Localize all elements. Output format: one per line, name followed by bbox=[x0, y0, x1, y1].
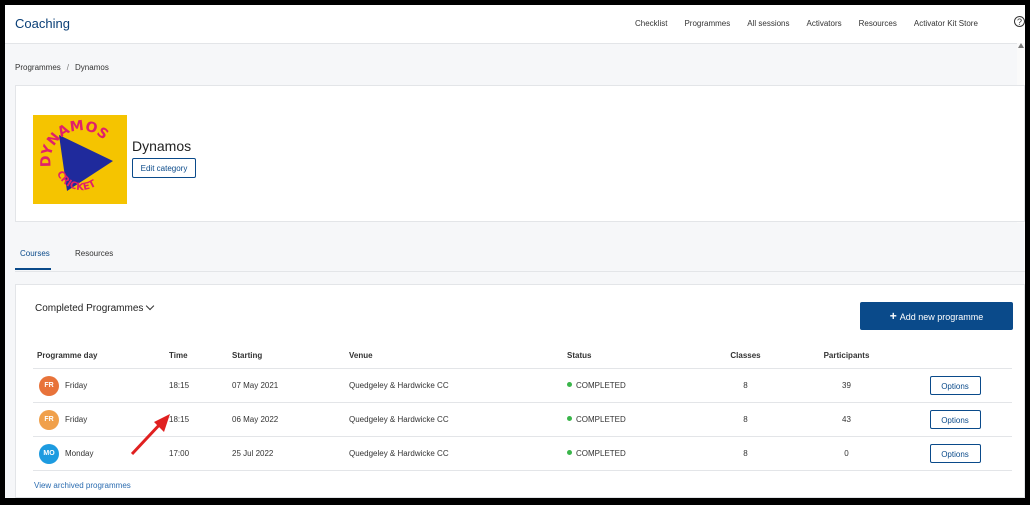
programme-classes: 8 bbox=[696, 402, 795, 437]
tab-resources[interactable]: Resources bbox=[75, 249, 113, 258]
day-badge: MO bbox=[39, 443, 59, 464]
active-tab-indicator bbox=[15, 268, 51, 270]
column-header: Participants bbox=[795, 343, 898, 369]
programme-starting: 25 Jul 2022 bbox=[232, 436, 349, 471]
nav-link-checklist[interactable]: Checklist bbox=[635, 19, 667, 28]
programme-starting: 06 May 2022 bbox=[232, 402, 349, 437]
programme-participants: 39 bbox=[795, 368, 898, 403]
programme-classes: 8 bbox=[696, 436, 795, 471]
status-badge: COMPLETED bbox=[576, 415, 626, 424]
edit-category-button[interactable]: Edit category bbox=[132, 158, 196, 178]
tab-bar: Courses Resources bbox=[15, 245, 1025, 272]
chevron-down-icon bbox=[146, 301, 155, 311]
question-circle-icon[interactable]: ? bbox=[1014, 16, 1025, 27]
options-button[interactable]: Options bbox=[929, 444, 981, 463]
nav-link-all-sessions[interactable]: All sessions bbox=[747, 19, 789, 28]
top-navigation: Coaching Checklist Programmes All sessio… bbox=[5, 5, 1025, 44]
add-new-programme-label: Add new programme bbox=[899, 312, 984, 322]
category-title: Dynamos bbox=[132, 138, 192, 154]
status-dot-icon bbox=[567, 382, 572, 387]
programme-time: 18:15 bbox=[169, 368, 232, 403]
breadcrumb-programmes[interactable]: Programmes bbox=[15, 63, 61, 72]
programme-day: Friday bbox=[65, 414, 88, 424]
programme-participants: 43 bbox=[795, 402, 898, 437]
dynamos-logo-graphic: DYNAMOS CRICKET bbox=[38, 118, 113, 193]
breadcrumb-separator: / bbox=[66, 63, 70, 72]
programmes-card: Completed Programmes + Add new programme … bbox=[15, 284, 1025, 498]
column-header: Classes bbox=[696, 343, 795, 369]
programme-day: Monday bbox=[65, 448, 94, 458]
programme-classes: 8 bbox=[696, 368, 795, 403]
status-badge: COMPLETED bbox=[576, 449, 626, 458]
annotation-arrow bbox=[130, 414, 170, 456]
status-dot-icon bbox=[567, 416, 572, 421]
status-dot-icon bbox=[567, 450, 572, 455]
column-header bbox=[898, 343, 1012, 369]
column-header: Programme day bbox=[33, 343, 169, 369]
plus-icon: + bbox=[889, 309, 897, 323]
programme-time: 17:00 bbox=[169, 436, 232, 471]
column-header: Time bbox=[169, 343, 232, 369]
nav-link-programmes[interactable]: Programmes bbox=[684, 19, 730, 28]
column-header: Starting bbox=[232, 343, 349, 369]
day-badge: FR bbox=[39, 375, 59, 396]
brand-logo[interactable]: Coaching bbox=[15, 16, 70, 31]
day-badge: FR bbox=[39, 409, 59, 430]
scroll-up-icon[interactable] bbox=[1018, 43, 1024, 48]
programme-venue: Quedgeley & Hardwicke CC bbox=[349, 402, 567, 437]
table-row: FR Friday 18:15 07 May 2021 Quedgeley & Hard… bbox=[33, 368, 1012, 403]
programme-day: Friday bbox=[65, 380, 88, 390]
category-logo: DYNAMOS CRICKET bbox=[33, 115, 127, 204]
nav-link-activator-kit-store[interactable]: Activator Kit Store bbox=[914, 19, 978, 28]
options-button[interactable]: Options bbox=[929, 376, 981, 395]
programme-participants: 0 bbox=[795, 436, 898, 471]
programme-venue: Quedgeley & Hardwicke CC bbox=[349, 436, 567, 471]
nav-link-activators[interactable]: Activators bbox=[807, 19, 842, 28]
programme-venue: Quedgeley & Hardwicke CC bbox=[349, 368, 567, 403]
table-row: MO Monday 17:00 25 Jul 2022 Quedgeley & Hard… bbox=[33, 436, 1012, 471]
breadcrumb-current: Dynamos bbox=[75, 63, 109, 72]
nav-links: Checklist Programmes All sessions Activa… bbox=[635, 19, 995, 28]
programme-filter-label: Completed Programmes bbox=[35, 303, 144, 314]
status-badge: COMPLETED bbox=[576, 381, 626, 390]
options-button[interactable]: Options bbox=[929, 410, 981, 429]
programme-time: 18:15 bbox=[169, 402, 232, 437]
add-new-programme-button[interactable]: + Add new programme bbox=[860, 302, 1013, 330]
programme-starting: 07 May 2021 bbox=[232, 368, 349, 403]
arrow-shaft bbox=[130, 420, 164, 456]
category-header-card: DYNAMOS CRICKET Dynamos Edit category bbox=[15, 85, 1025, 222]
table-row: FR Friday 18:15 06 May 2022 Quedgeley & Hard… bbox=[33, 402, 1012, 437]
breadcrumb: Programmes / Dynamos bbox=[15, 63, 109, 72]
view-archived-programmes-link[interactable]: View archived programmes bbox=[34, 481, 131, 490]
column-header: Venue bbox=[349, 343, 567, 369]
programme-filter-dropdown[interactable]: Completed Programmes bbox=[35, 301, 155, 314]
programmes-table: Programme day Time Starting Venue Status… bbox=[33, 343, 1012, 471]
column-header: Status bbox=[567, 343, 696, 369]
nav-link-resources[interactable]: Resources bbox=[859, 19, 897, 28]
table-header-row: Programme day Time Starting Venue Status… bbox=[33, 343, 1012, 369]
tab-courses[interactable]: Courses bbox=[20, 249, 50, 258]
